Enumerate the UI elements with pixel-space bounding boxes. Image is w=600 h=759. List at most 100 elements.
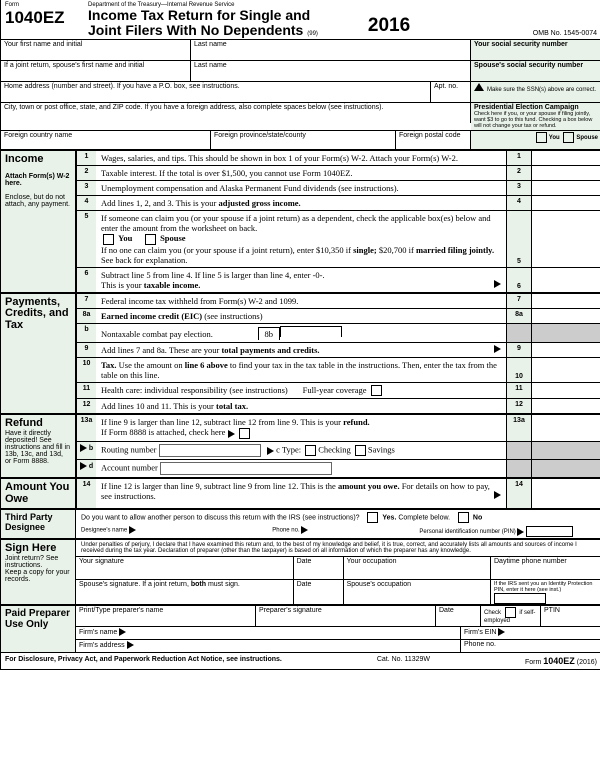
your-occupation-field[interactable]: Your occupation [344,557,491,579]
apt-no-field[interactable]: Apt. no. [431,82,471,102]
preparer-date-field[interactable]: Date [436,606,481,626]
perjury-declaration: Under penalties of perjury, I declare th… [76,540,600,556]
tax-year: 2016 [368,15,410,37]
arrow-icon [498,628,505,636]
home-address-field[interactable]: Home address (number and street). If you… [1,82,431,102]
line-5-amount[interactable] [531,211,600,267]
line-7-amount[interactable] [531,294,600,308]
firm-name-field[interactable]: Firm's name [76,627,461,639]
arrow-icon [129,526,136,534]
spouse-sign-date-field[interactable]: Date [294,580,344,604]
form-number-box: Form 1040EZ [1,0,84,39]
spouse-signature-field[interactable]: Spouse's signature. If a joint return, b… [76,580,294,604]
line-8b-amount[interactable] [280,326,342,337]
arrow-icon [119,628,126,636]
spouse-first-name-field[interactable]: If a joint return, spouse's first name a… [1,61,191,81]
sign-side: Sign HereJoint return? See instructions.… [1,540,76,604]
line-11-amount[interactable] [531,383,600,399]
arrow-icon [494,491,501,499]
daytime-phone-field[interactable]: Daytime phone number [491,557,600,579]
your-last-name-field[interactable]: Last name [191,40,471,60]
line-7: Federal income tax withheld from Form(s)… [96,294,506,308]
your-first-name-field[interactable]: Your first name and initial [1,40,191,60]
savings-checkbox[interactable] [355,445,366,456]
firm-phone-field[interactable]: Phone no. [461,640,600,652]
arrow-icon [267,447,274,455]
pec-text: Check here if you, or your spouse if fil… [474,111,592,129]
your-signature-field[interactable]: Your signature [76,557,294,579]
line-8a-amount[interactable] [531,309,600,323]
pin-field[interactable] [526,526,573,537]
line-10-amount[interactable] [531,358,600,382]
pec-you-checkbox[interactable] [536,132,547,143]
your-ssn-field[interactable]: Your social security number [471,40,600,60]
footer-right: Form 1040EZ (2016) [525,656,597,666]
form-1040ez: Form 1040EZ Department of the Treasury—I… [0,0,600,670]
line-1-amount[interactable] [531,151,600,165]
city-state-zip-field[interactable]: City, town or post office, state, and ZI… [1,103,471,123]
tpd-question: Do you want to allow another person to d… [76,510,600,525]
foreign-province-field[interactable]: Foreign province/state/county [211,131,396,149]
firm-ein-field[interactable]: Firm's EIN [461,627,600,639]
firm-address-field[interactable]: Firm's address [76,640,461,652]
form-number: 1040EZ [5,8,80,28]
line-3-amount[interactable] [531,181,600,195]
foreign-postal-field[interactable]: Foreign postal code [396,131,471,149]
line-6: Subtract line 5 from line 4. If line 5 i… [96,268,506,292]
tpd-fields: Designee's name Phone no. Personal ident… [76,525,600,538]
owe-side: Amount You Owe [1,479,76,508]
tpd-no-checkbox[interactable] [458,512,469,523]
line-14-amount[interactable] [531,479,600,508]
line-11: Health care: individual responsibility (… [96,383,506,399]
preparer-signature-field[interactable]: Preparer's signature [256,606,436,626]
line-13a: If line 9 is larger than line 12, subtra… [96,415,506,441]
arrow-icon [301,526,308,534]
full-year-coverage-checkbox[interactable] [371,385,382,396]
checking-checkbox[interactable] [305,445,316,456]
line-6-amount[interactable] [531,268,600,292]
line-9: Add lines 7 and 8a. These are your total… [96,343,506,357]
ptin-field[interactable]: PTIN [541,606,600,626]
preparer-name-field[interactable]: Print/Type preparer's name [76,606,256,626]
spouse-last-name-field[interactable]: Last name [191,61,471,81]
spouse-occupation-field[interactable]: Spouse's occupation [344,580,491,604]
line-4: Add lines 1, 2, and 3. This is your adju… [96,196,506,210]
form8888-checkbox[interactable] [239,428,250,439]
omb-number: OMB No. 1545-0074 [483,0,600,39]
line-2-amount[interactable] [531,166,600,180]
spouse-ssn-field[interactable]: Spouse's social security number [471,61,600,81]
routing-number-field[interactable] [159,444,261,457]
foreign-country-field[interactable]: Foreign country name [1,131,211,149]
ipp-field[interactable]: If the IRS sent you an Identity Protecti… [491,580,600,604]
arrow-up-icon [474,83,484,91]
line5-you-checkbox[interactable] [103,234,114,245]
sign-date-field[interactable]: Date [294,557,344,579]
line-9-amount[interactable] [531,343,600,357]
line5-spouse-checkbox[interactable] [145,234,156,245]
arrow-icon [80,444,87,452]
line-14: If line 12 is larger than line 9, subtra… [96,479,506,508]
line-4-amount[interactable] [531,196,600,210]
line-8b: Nontaxable combat pay election. 8b [96,324,506,342]
arrow-icon [517,528,524,536]
footer-left: For Disclosure, Privacy Act, and Paperwo… [5,656,282,666]
arrow-icon [494,345,501,353]
line-13d: Account number [96,460,506,477]
income-side: Income Attach Form(s) W-2 here. Enclose,… [1,151,76,292]
refund-side: RefundHave it directly deposited! See in… [1,415,76,477]
arrow-icon [80,462,87,470]
line-10: Tax. Use the amount on line 6 above to f… [96,358,506,382]
self-employed-box: Check if self-employed [481,606,541,626]
pec-heading: Presidential Election Campaign [474,104,579,111]
line-13a-amount[interactable] [531,415,600,441]
line-8a: Earned income credit (EIC) (see instruct… [96,309,506,323]
account-number-field[interactable] [160,462,332,475]
arrow-icon [127,641,134,649]
pec-spouse-checkbox[interactable] [563,132,574,143]
form-title-box: Department of the Treasury—Internal Reve… [84,0,483,39]
line-13b: Routing number c Type: Checking Savings [96,442,506,459]
tpd-yes-checkbox[interactable] [367,512,378,523]
self-employed-checkbox[interactable] [505,607,516,618]
line-12-amount[interactable] [531,399,600,413]
tpd-side: Third Party Designee [1,510,76,538]
